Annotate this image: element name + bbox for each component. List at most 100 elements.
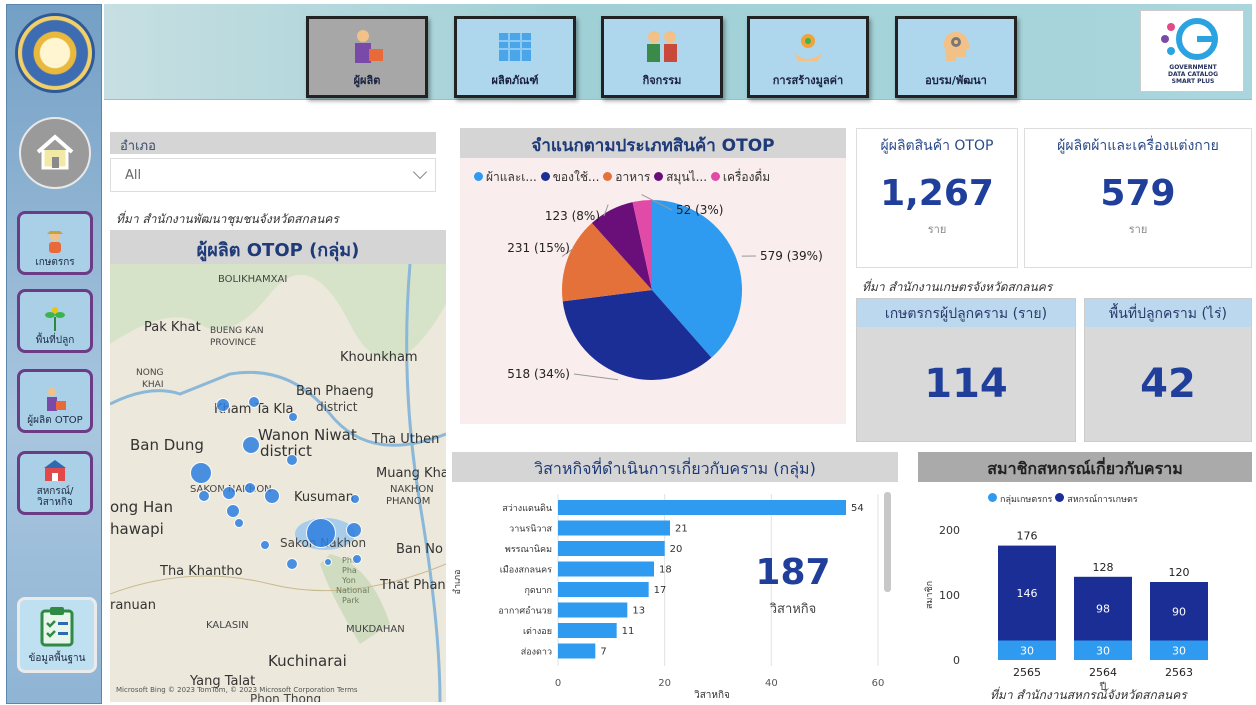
gdc-logo: GOVERNMENT DATA CATALOG SMART PLUS <box>1140 10 1244 92</box>
map-point[interactable] <box>242 436 260 454</box>
bar-data-label[interactable]: 7 <box>600 647 606 658</box>
coop-members-panel: สมาชิกสหกรณ์เกี่ยวกับคราม กลุ่มเกษตรกร ส… <box>918 452 1252 702</box>
map-point[interactable] <box>222 486 236 500</box>
tab-label: การสร้างมูลค่า <box>772 74 844 87</box>
legend-item[interactable]: กลุ่มเกษตรกร <box>988 493 1052 505</box>
bar-data-label[interactable]: 21 <box>675 524 688 535</box>
otop-category-pie-panel: จำแนกตามประเภทสินค้า OTOP ผ้าและเ... ของ… <box>460 128 846 424</box>
legend-item[interactable]: สมุนไ... <box>654 170 707 184</box>
map-point[interactable] <box>248 396 260 408</box>
bar-data-label[interactable]: 146 <box>1017 587 1038 600</box>
tab-training[interactable]: อบรม/พัฒนา <box>895 16 1017 98</box>
bar-total-label[interactable]: 128 <box>1093 561 1114 574</box>
map-point[interactable] <box>190 462 212 484</box>
indigo-farmers-card: เกษตรกรผู้ปลูกคราม (ราย) 114 <box>856 298 1076 442</box>
bar-data-label[interactable]: 11 <box>622 626 635 637</box>
sidebar-item-plant-area[interactable]: พื้นที่ปลูก <box>17 289 93 353</box>
x-tick-label: 40 <box>765 678 778 689</box>
tab-value-creation[interactable]: การสร้างมูลค่า <box>747 16 869 98</box>
sidebar-item-farmer[interactable]: เกษตรกร <box>17 211 93 275</box>
map-point[interactable] <box>260 540 270 550</box>
map-point[interactable] <box>324 558 332 566</box>
map-point[interactable] <box>226 504 240 518</box>
map-label: PROVINCE <box>210 338 257 348</box>
gdc-logo-icon <box>1161 18 1218 60</box>
map-point[interactable] <box>286 558 298 570</box>
map-point[interactable] <box>234 518 244 528</box>
map-label: Tha Khantho <box>160 564 243 579</box>
pie-data-label: 579 (39%) <box>760 249 823 263</box>
sidebar-item-otop-producer[interactable]: ผู้ผลิต OTOP <box>17 369 93 433</box>
bar-data-label[interactable]: 20 <box>670 544 683 555</box>
legend-item[interactable]: ผ้าและเ... <box>474 170 537 184</box>
card-value: 42 <box>1140 361 1196 407</box>
y-tick-label: ส่องดาว <box>521 648 552 658</box>
legend-item[interactable]: สหกรณ์การเกษตร <box>1055 493 1138 505</box>
clipboard-icon <box>40 606 74 646</box>
bar-total-label[interactable]: 176 <box>1017 530 1038 543</box>
bar-data-label[interactable]: 54 <box>851 503 864 514</box>
map-point[interactable] <box>264 488 280 504</box>
x-tick-label: 2564 <box>1089 666 1117 679</box>
otop-producer-icon <box>47 388 66 411</box>
map-point[interactable] <box>216 398 230 412</box>
map-point[interactable] <box>244 482 256 494</box>
bar[interactable] <box>558 643 596 659</box>
bar[interactable] <box>558 541 665 556</box>
coop-members-chart[interactable]: 0 100 200 สมาชิก 30 146 176 2565 30 98 128 2564 30 90… <box>918 508 1252 694</box>
card-title: ผู้ผลิตผ้าและเครื่องแต่งกาย <box>1057 138 1219 154</box>
map-point[interactable] <box>198 490 210 502</box>
bar-data-label[interactable]: 30 <box>1172 644 1186 657</box>
map-point[interactable] <box>350 494 360 504</box>
coop-source-note: ที่มา สำนักงานสหกรณ์จังหวัดสกลนคร <box>990 688 1187 702</box>
bar[interactable] <box>558 602 628 618</box>
map-label: Muang Kha <box>376 466 446 481</box>
map-label: district <box>316 400 358 414</box>
bar[interactable] <box>558 582 649 597</box>
map-label: Pak Khat <box>144 320 201 335</box>
legend-item[interactable]: อาหาร <box>603 170 650 184</box>
card-title: ผู้ผลิตสินค้า OTOP <box>880 138 994 154</box>
map-point[interactable] <box>288 412 298 422</box>
sidebar-item-cooperative[interactable]: สหกรณ์/วิสาหกิจ <box>17 451 93 515</box>
tab-activity[interactable]: กิจกรรม <box>601 16 723 98</box>
map-point[interactable] <box>352 554 362 564</box>
stack-legend: กลุ่มเกษตรกร สหกรณ์การเกษตร <box>988 492 1138 506</box>
dashboard: เกษตรกร พื้นที่ปลูก ผู้ผลิต OTOP สหกรณ์/… <box>0 0 1256 705</box>
legend-item[interactable]: เครื่องดื่ม <box>710 170 770 184</box>
home-button[interactable] <box>19 117 91 189</box>
legend-item[interactable]: ของใช้... <box>540 170 599 184</box>
tab-product[interactable]: ผลิตภัณฑ์ <box>454 16 576 98</box>
bar-data-label[interactable]: 90 <box>1172 605 1186 618</box>
basic-info-button[interactable]: ข้อมูลพื้นฐาน <box>17 597 97 673</box>
map-point[interactable] <box>286 454 298 466</box>
map-title: ผู้ผลิต OTOP (กลุ่ม) <box>110 230 446 264</box>
bar-data-label[interactable]: 18 <box>659 565 672 576</box>
bar[interactable] <box>558 623 617 638</box>
map-point[interactable] <box>306 518 336 548</box>
tab-producer[interactable]: ผู้ผลิต <box>306 16 428 98</box>
bar-data-label[interactable]: 17 <box>654 585 667 596</box>
x-tick-label: 60 <box>872 678 885 689</box>
x-tick-label: 2565 <box>1013 666 1041 679</box>
bar-data-label[interactable]: 98 <box>1096 603 1110 616</box>
scrollbar[interactable] <box>884 492 891 592</box>
training-icon <box>943 32 970 61</box>
bar[interactable] <box>558 520 670 536</box>
pie-chart[interactable]: 579 (39%) 518 (34%) 231 (15%) 123 (8%) 52 (3… <box>460 190 846 420</box>
bar[interactable] <box>558 500 846 515</box>
bar-data-label[interactable]: 13 <box>632 606 645 617</box>
bar[interactable] <box>558 561 654 577</box>
x-tick-label: 20 <box>658 678 671 689</box>
bar-total-label[interactable]: 120 <box>1169 566 1190 579</box>
activity-icon <box>647 31 677 62</box>
map-point[interactable] <box>346 522 362 538</box>
otop-map[interactable]: BOLIKHAMXAI Pak Khat BUENG KAN PROVINCE … <box>110 264 446 702</box>
tab-label: กิจกรรม <box>642 74 682 87</box>
pie-data-label: 518 (34%) <box>507 367 570 381</box>
bar-data-label[interactable]: 30 <box>1020 644 1034 657</box>
bar-data-label[interactable]: 30 <box>1096 644 1110 657</box>
district-filter-dropdown[interactable]: All <box>110 158 436 192</box>
otop-producers-card: ผู้ผลิตสินค้า OTOP 1,267 ราย <box>856 128 1018 268</box>
y-tick-label: 0 <box>953 654 960 667</box>
